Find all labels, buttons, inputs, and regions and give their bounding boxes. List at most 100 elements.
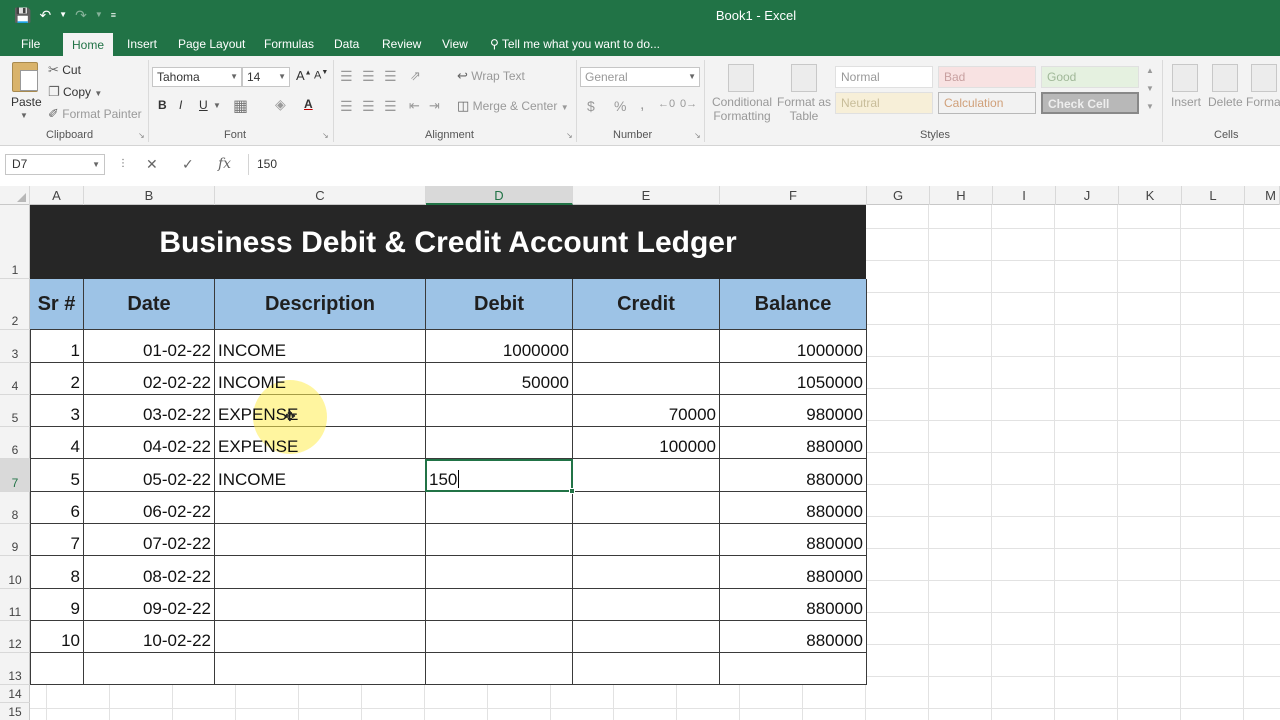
cell-a5[interactable]: 3 xyxy=(31,399,83,431)
format-as-table-button[interactable]: Format as Table xyxy=(776,95,832,123)
column-header-f[interactable]: F xyxy=(720,186,867,205)
grow-font-button[interactable]: A▲ xyxy=(296,68,312,83)
decrease-decimal-icon[interactable]: 0→ xyxy=(680,98,697,110)
row-header-15[interactable]: 15 xyxy=(0,703,30,720)
tab-formulas[interactable]: Formulas xyxy=(255,32,323,56)
delete-cells-button[interactable]: Delete xyxy=(1208,95,1243,109)
underline-button[interactable]: U xyxy=(199,98,208,112)
cell-f12[interactable]: 880000 xyxy=(720,625,866,657)
cell-a7[interactable]: 5 xyxy=(31,464,83,496)
tab-view[interactable]: View xyxy=(433,32,477,56)
cell-b7[interactable]: 05-02-22 xyxy=(84,464,214,496)
row-header-3[interactable]: 3 xyxy=(0,330,30,363)
underline-dropdown-icon[interactable]: ▼ xyxy=(213,101,221,110)
column-header-e[interactable]: E xyxy=(573,186,720,205)
cell-a6[interactable]: 4 xyxy=(31,431,83,463)
header-balance[interactable]: Balance xyxy=(720,279,867,330)
shrink-font-button[interactable]: A▼ xyxy=(314,69,328,82)
row-header-10[interactable]: 10 xyxy=(0,556,30,589)
style-check-cell[interactable]: Check Cell xyxy=(1041,92,1139,114)
column-header-c[interactable]: C xyxy=(215,186,426,205)
delete-cells-icon[interactable] xyxy=(1212,64,1238,92)
fill-color-icon[interactable]: ◈ xyxy=(275,96,286,113)
cell-e5[interactable]: 70000 xyxy=(573,399,719,431)
number-format-combo[interactable]: General ▼ xyxy=(580,67,700,87)
cell-f5[interactable]: 980000 xyxy=(720,399,866,431)
cell-a3[interactable]: 1 xyxy=(31,335,83,367)
format-cells-button[interactable]: Forma xyxy=(1246,95,1280,109)
row-header-8[interactable]: 8 xyxy=(0,492,30,524)
cell-f6[interactable]: 880000 xyxy=(720,431,866,463)
row-header-13[interactable]: 13 xyxy=(0,653,30,685)
cell-b6[interactable]: 04-02-22 xyxy=(84,431,214,463)
increase-indent-icon[interactable]: ⇥ xyxy=(429,98,440,114)
column-header-b[interactable]: B xyxy=(84,186,215,205)
cell-f10[interactable]: 880000 xyxy=(720,561,866,593)
column-header-m[interactable]: M xyxy=(1245,186,1280,205)
styles-more-icon[interactable]: ▼ xyxy=(1146,102,1154,111)
cell-a9[interactable]: 7 xyxy=(31,528,83,560)
column-header-h[interactable]: H xyxy=(930,186,993,205)
insert-function-icon[interactable]: fx xyxy=(218,156,231,172)
format-as-table-icon[interactable] xyxy=(791,64,817,92)
merge-center-button[interactable]: ◫ Merge & Center ▼ xyxy=(457,98,569,114)
tab-data[interactable]: Data xyxy=(325,32,368,56)
active-cell-selection[interactable] xyxy=(425,459,575,494)
cell-c7[interactable]: INCOME xyxy=(215,464,425,496)
cell-c4[interactable]: INCOME xyxy=(215,367,425,399)
format-cells-icon[interactable] xyxy=(1251,64,1277,92)
cell-a8[interactable]: 6 xyxy=(31,496,83,528)
copy-dropdown-icon[interactable]: ▼ xyxy=(94,89,102,98)
cut-button[interactable]: ✂ Cut xyxy=(48,62,81,78)
cell-b11[interactable]: 09-02-22 xyxy=(84,593,214,625)
decrease-indent-icon[interactable]: ⇤ xyxy=(409,98,420,114)
orientation-icon[interactable]: ⇗ xyxy=(410,68,421,84)
font-name-combo[interactable]: Tahoma ▼ xyxy=(152,67,242,87)
row-header-7[interactable]: 7 xyxy=(0,459,30,492)
cell-b12[interactable]: 10-02-22 xyxy=(84,625,214,657)
row-header-9[interactable]: 9 xyxy=(0,524,30,556)
insert-cells-button[interactable]: Insert xyxy=(1171,95,1201,109)
cell-b9[interactable]: 07-02-22 xyxy=(84,528,214,560)
styles-scroll-up-icon[interactable]: ▲ xyxy=(1146,66,1154,75)
styles-scroll-down-icon[interactable]: ▼ xyxy=(1146,84,1154,93)
align-top-icon[interactable]: ☰ xyxy=(340,68,353,85)
column-header-d[interactable]: D xyxy=(426,186,573,205)
cell-f9[interactable]: 880000 xyxy=(720,528,866,560)
bold-button[interactable]: B xyxy=(158,98,167,112)
tab-file[interactable]: File xyxy=(12,32,49,56)
column-header-g[interactable]: G xyxy=(867,186,930,205)
column-header-a[interactable]: A xyxy=(30,186,84,205)
row-header-11[interactable]: 11 xyxy=(0,589,30,621)
cancel-icon[interactable]: ✕ xyxy=(146,156,158,173)
conditional-formatting-button[interactable]: Conditional Formatting xyxy=(711,95,773,123)
tab-insert[interactable]: Insert xyxy=(118,32,166,56)
style-neutral[interactable]: Neutral xyxy=(835,92,933,114)
tab-review[interactable]: Review xyxy=(373,32,430,56)
clipboard-launcher-icon[interactable]: ↘ xyxy=(138,131,145,140)
borders-icon[interactable]: ▦ xyxy=(233,96,248,116)
header-debit[interactable]: Debit xyxy=(426,279,573,330)
cell-f11[interactable]: 880000 xyxy=(720,593,866,625)
tab-home[interactable]: Home xyxy=(63,33,114,56)
cell-f8[interactable]: 880000 xyxy=(720,496,866,528)
tab-page-layout[interactable]: Page Layout xyxy=(169,32,254,56)
cell-b8[interactable]: 06-02-22 xyxy=(84,496,214,528)
paste-button[interactable]: Paste xyxy=(11,95,42,109)
tell-me-box[interactable]: ⚲ Tell me what you want to do... xyxy=(490,32,660,56)
align-center-icon[interactable]: ☰ xyxy=(362,98,375,115)
italic-button[interactable]: I xyxy=(179,98,182,112)
font-color-button[interactable]: A xyxy=(304,97,313,111)
cell-a12[interactable]: 10 xyxy=(31,625,83,657)
header-date[interactable]: Date xyxy=(84,279,215,330)
cell-c3[interactable]: INCOME xyxy=(215,335,425,367)
name-box[interactable]: D7 ▼ xyxy=(5,154,105,175)
insert-cells-icon[interactable] xyxy=(1172,64,1198,92)
increase-decimal-icon[interactable]: ←0 xyxy=(658,98,675,110)
align-middle-icon[interactable]: ☰ xyxy=(362,68,375,85)
cell-c6[interactable]: EXPENSE xyxy=(215,431,425,463)
ledger-title[interactable]: Business Debit & Credit Account Ledger xyxy=(30,205,866,279)
alignment-launcher-icon[interactable]: ↘ xyxy=(566,131,573,140)
font-launcher-icon[interactable]: ↘ xyxy=(322,131,329,140)
header-description[interactable]: Description xyxy=(215,279,426,330)
